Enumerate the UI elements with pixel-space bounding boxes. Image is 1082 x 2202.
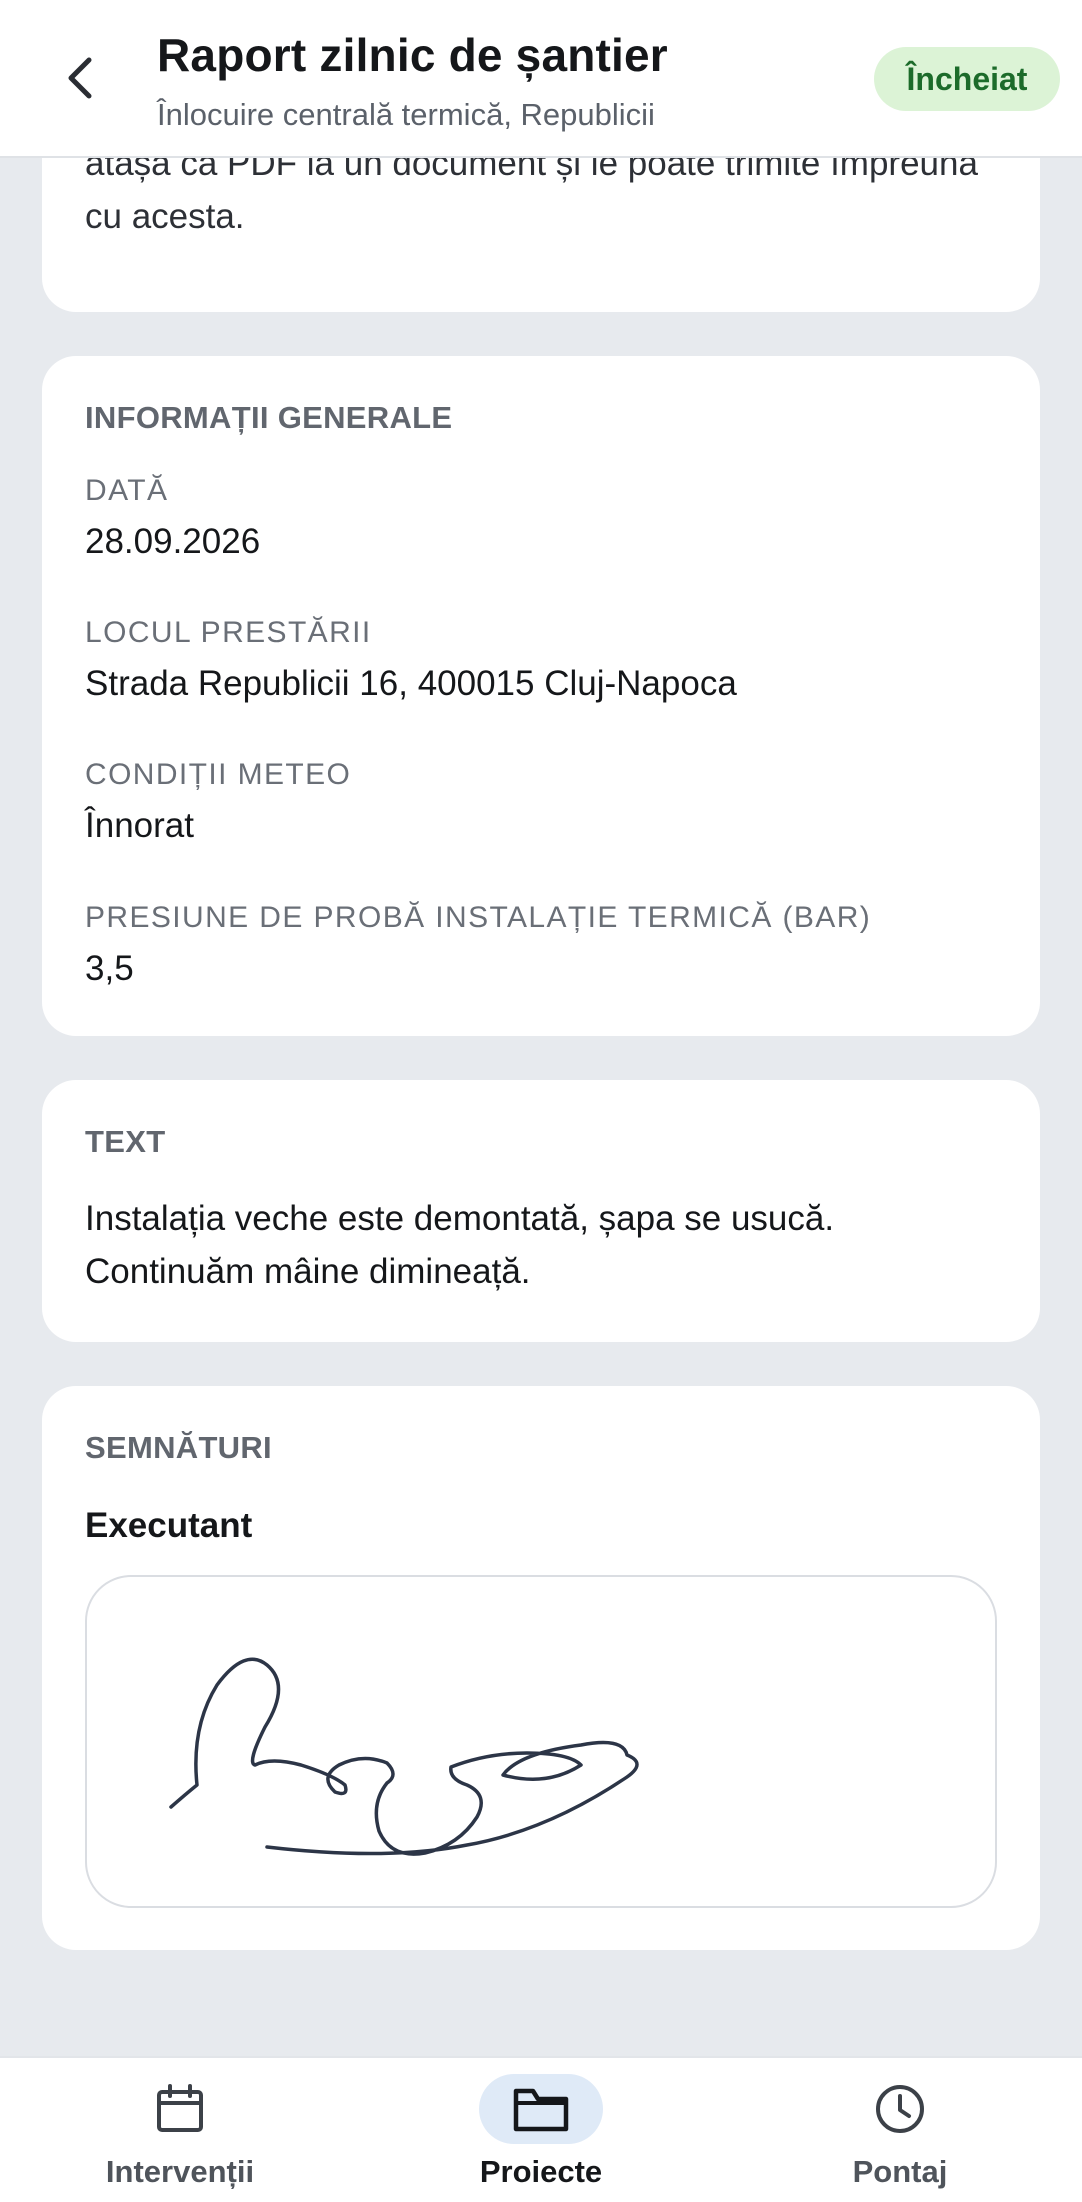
folder-icon xyxy=(513,2088,569,2132)
text-body: Instalația veche este demontată, șapa se… xyxy=(85,1199,835,1291)
test-pressure-value: 3,5 xyxy=(85,949,134,988)
test-pressure-label: PRESIUNE DE PROBĂ INSTALAȚIE TERMICĂ (BA… xyxy=(85,901,872,934)
page-subtitle: Înlocuire centrală termică, Republicii xyxy=(157,97,655,132)
bottom-nav: Intervenții Proiecte Pontaj xyxy=(0,2056,1082,2202)
status-badge: Încheiat xyxy=(874,47,1060,111)
nav-label-proiecte: Proiecte xyxy=(479,2154,603,2189)
signatures-card: SEMNĂTURI Executant xyxy=(42,1386,1040,1950)
chevron-left-icon xyxy=(68,57,92,99)
signature-image xyxy=(169,1657,639,1856)
general-info-card: INFORMAȚII GENERALE DATĂ 28.09.2026 LOCU… xyxy=(42,356,1040,1036)
back-button[interactable] xyxy=(52,50,108,106)
report-content[interactable]: birou le găsești în proiect, la „Rapoart… xyxy=(0,0,1082,2056)
text-section-title: TEXT xyxy=(85,1124,166,1159)
nav-item-proiecte[interactable]: Proiecte xyxy=(411,2058,671,2202)
location-label: LOCUL PRESTĂRII xyxy=(85,616,372,649)
date-value: 28.09.2026 xyxy=(85,522,261,561)
calendar-icon xyxy=(157,2084,203,2132)
weather-label: CONDIȚII METEO xyxy=(85,758,352,791)
page-title: Raport zilnic de șantier xyxy=(157,29,668,81)
clock-icon xyxy=(876,2085,924,2133)
signatures-title: SEMNĂTURI xyxy=(85,1430,272,1465)
general-info-title: INFORMAȚII GENERALE xyxy=(85,400,453,435)
app-header: Raport zilnic de șantier Înlocuire centr… xyxy=(0,0,1082,158)
signature-box xyxy=(85,1575,997,1908)
signer-label: Executant xyxy=(85,1506,253,1545)
nav-item-interventii[interactable]: Intervenții xyxy=(50,2058,310,2202)
nav-label-pontaj: Pontaj xyxy=(852,2154,948,2189)
nav-item-pontaj[interactable]: Pontaj xyxy=(770,2058,1030,2202)
date-label: DATĂ xyxy=(85,474,169,507)
nav-label-interventii: Intervenții xyxy=(105,2154,255,2189)
location-value: Strada Republicii 16, 400015 Cluj-Napoca xyxy=(85,664,737,703)
weather-value: Înnorat xyxy=(85,806,194,845)
text-card: TEXT Instalația veche este demontată, șa… xyxy=(42,1080,1040,1342)
